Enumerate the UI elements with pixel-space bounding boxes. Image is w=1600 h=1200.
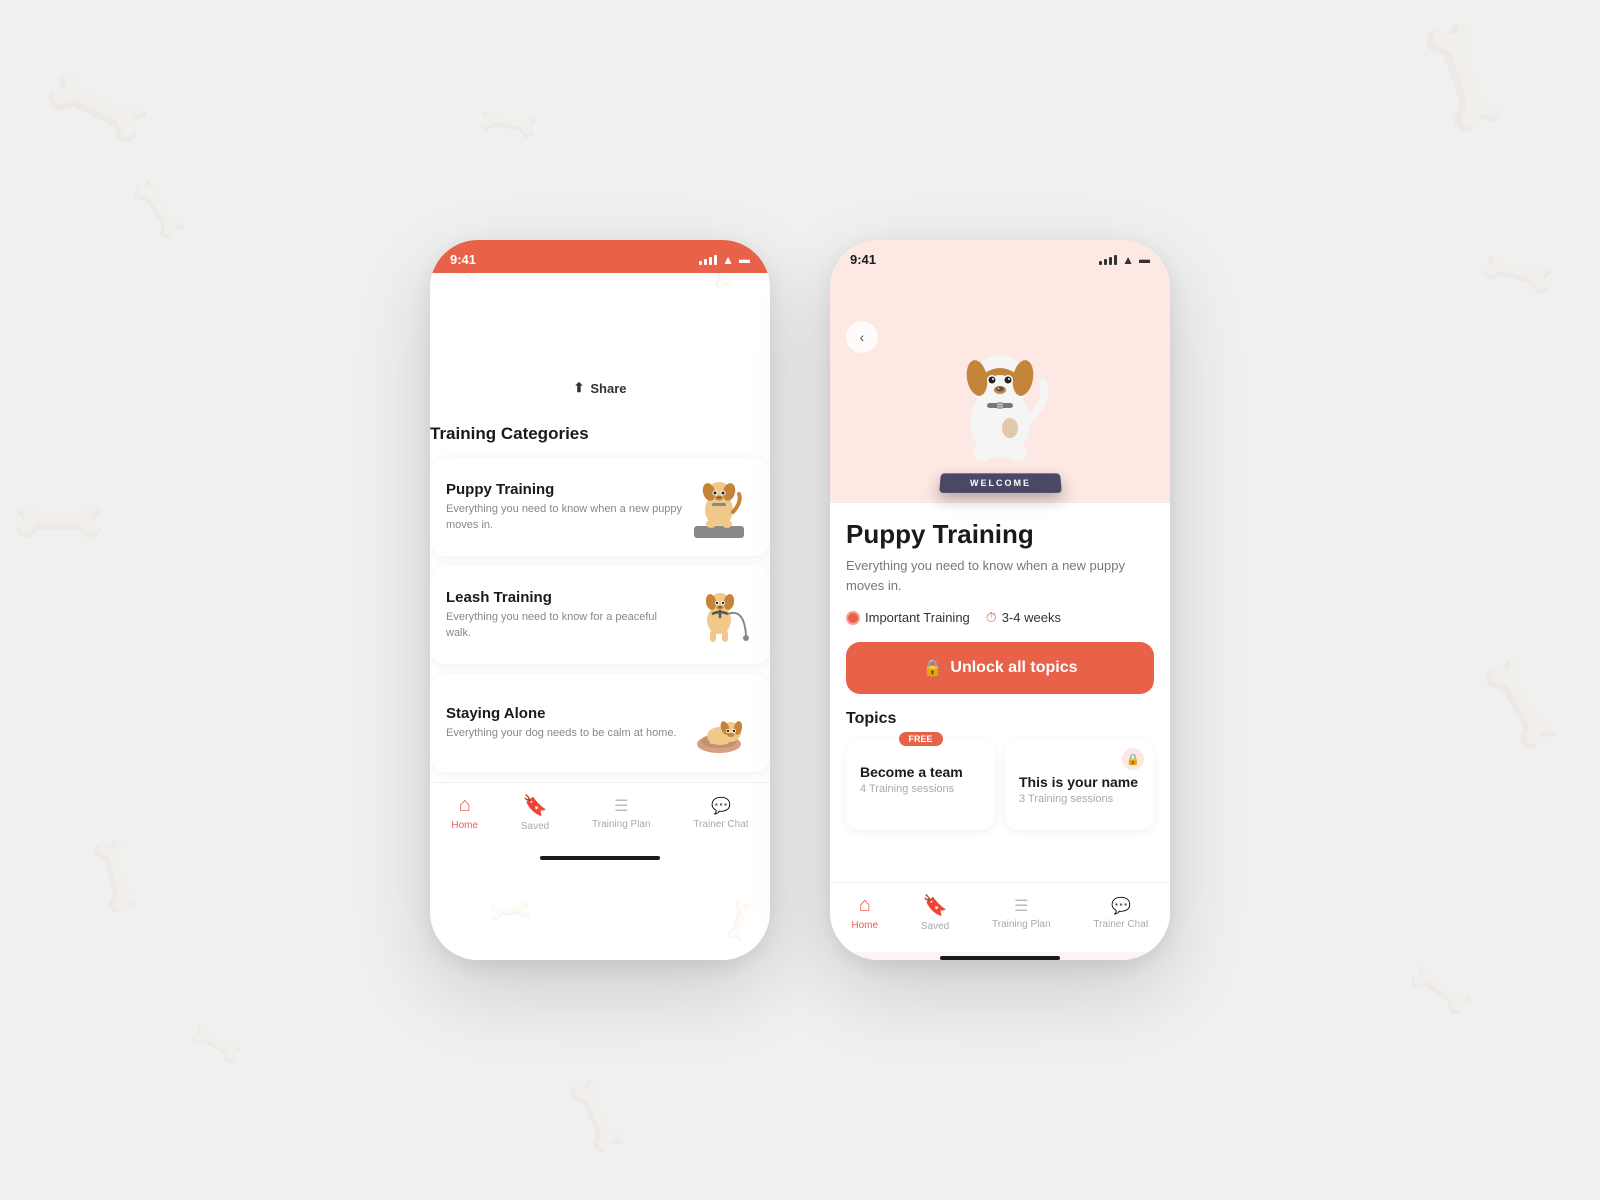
home-indicator-phone1 (540, 856, 660, 860)
battery-icon-2: ▬ (1139, 254, 1150, 266)
phone1: 9:41 ▲ ▬ 🦴 🦴 🦴 🦴 DAI (430, 240, 770, 960)
lock-icon: 🔒 (922, 658, 942, 678)
category-card-alone[interactable]: Staying Alone Everything your dog needs … (430, 674, 770, 772)
share-button[interactable]: ⬆ Share (553, 372, 646, 404)
welcome-dog-container: WELCOME (935, 318, 1065, 493)
status-icons-phone1: ▲ ▬ (699, 253, 750, 267)
phone1-content: Training Categories Puppy Training Every… (430, 424, 770, 782)
training-desc: Everything you need to know when a new p… (846, 556, 1154, 595)
training-title: Puppy Training (846, 519, 1154, 550)
category-desc-alone: Everything your dog needs to be calm at … (446, 726, 684, 741)
training-nav-label: Training Plan (592, 819, 651, 830)
battery-icon: ▬ (739, 254, 750, 266)
topic-badge-free: FREE (898, 732, 942, 746)
category-info-alone: Staying Alone Everything your dog needs … (446, 705, 684, 741)
saved-nav-icon: 🔖 (523, 793, 548, 818)
important-dot (846, 611, 860, 625)
time-phone1: 9:41 (450, 252, 476, 267)
back-button[interactable]: ‹ (846, 321, 878, 353)
topic-card-1[interactable]: FREE Become a team 4 Training sessions (846, 740, 995, 830)
unlock-button[interactable]: 🔒 Unlock all topics (846, 642, 1154, 694)
topic-name-2: This is your name (1019, 774, 1140, 790)
topic-sessions-1: 4 Training sessions (860, 783, 981, 795)
badge-important-label: Important Training (865, 610, 970, 625)
category-card-puppy[interactable]: Puppy Training Everything you need to kn… (430, 458, 770, 556)
dog-image-alone: HOME (684, 688, 754, 758)
home-indicator-phone2 (940, 956, 1060, 960)
status-bar-phone2: 9:41 ▲ ▬ (830, 240, 1170, 273)
categories-title: Training Categories (430, 424, 770, 444)
daily-tips-badge: DAILY TIPS (556, 274, 644, 292)
signal-bars (699, 255, 717, 265)
dog-image-leash (684, 580, 754, 650)
welcome-mat: WELCOME (939, 473, 1062, 493)
time-phone2: 9:41 (850, 252, 876, 267)
phone2-content: Puppy Training Everything you need to kn… (830, 503, 1170, 882)
wifi-icon-2: ▲ (1122, 253, 1134, 267)
nav-training-phone1[interactable]: ☰ Training Plan (592, 796, 651, 830)
dot-2 (597, 418, 603, 424)
dog-image-puppy (684, 472, 754, 542)
saved-nav-label-2: Saved (921, 921, 949, 932)
badges-row: Important Training ⏱ 3-4 weeks (846, 609, 1154, 626)
category-info-puppy: Puppy Training Everything you need to kn… (446, 481, 684, 533)
alone-svg: HOME (684, 688, 754, 758)
home-nav-label: Home (451, 820, 478, 831)
category-name-puppy: Puppy Training (446, 481, 684, 498)
chat-nav-icon-2: 💬 (1111, 896, 1131, 916)
clock-icon: ⏱ (986, 609, 997, 626)
topic-lock-icon: 🔒 (1122, 748, 1144, 770)
training-nav-icon: ☰ (614, 796, 628, 816)
home-nav-icon: ⌂ (459, 794, 471, 817)
nav-home-phone1[interactable]: ⌂ Home (451, 794, 478, 831)
category-name-alone: Staying Alone (446, 705, 684, 722)
nav-training-phone2[interactable]: ☰ Training Plan (992, 896, 1051, 930)
bottom-nav-phone1: ⌂ Home 🔖 Saved ☰ Training Plan 💬 Trainer… (430, 782, 770, 852)
badge-important: Important Training (846, 610, 970, 625)
share-icon: ⬆ (573, 380, 584, 396)
training-nav-label-2: Training Plan (992, 919, 1051, 930)
chat-nav-label: Trainer Chat (693, 819, 748, 830)
category-card-leash[interactable]: Leash Training Everything you need to kn… (430, 566, 770, 664)
chat-nav-icon: 💬 (711, 796, 731, 816)
saved-nav-label: Saved (521, 821, 549, 832)
chat-nav-label-2: Trainer Chat (1093, 919, 1148, 930)
nav-chat-phone1[interactable]: 💬 Trainer Chat (693, 796, 748, 830)
topic-card-2[interactable]: 🔒 This is your name 3 Training sessions (1005, 740, 1154, 830)
saved-nav-icon-2: 🔖 (923, 893, 948, 918)
topic-name-1: Become a team (860, 764, 981, 780)
topic-sessions-2: 3 Training sessions (1019, 793, 1140, 805)
status-icons-phone2: ▲ ▬ (1099, 253, 1150, 267)
hero-section2: ‹ (830, 273, 1170, 503)
puppy-svg (684, 472, 754, 542)
phone2: 9:41 ▲ ▬ ‹ (830, 240, 1170, 960)
badge-duration-label: 3-4 weeks (1002, 610, 1061, 625)
dot-1 (586, 418, 592, 424)
dots-indicator (430, 418, 770, 424)
bottom-nav-phone2: ⌂ Home 🔖 Saved ☰ Training Plan 💬 Trainer… (830, 882, 1170, 952)
welcome-dog-svg (935, 318, 1065, 488)
category-name-leash: Leash Training (446, 589, 684, 606)
home-nav-icon-2: ⌂ (859, 894, 871, 917)
dot-3 (608, 418, 614, 424)
phones-container: 9:41 ▲ ▬ 🦴 🦴 🦴 🦴 DAI (430, 240, 1170, 960)
nav-saved-phone1[interactable]: 🔖 Saved (521, 793, 549, 832)
status-bar-phone1: 9:41 ▲ ▬ (430, 240, 770, 273)
topics-title: Topics (846, 710, 1154, 728)
home-nav-label-2: Home (851, 920, 878, 931)
nav-chat-phone2[interactable]: 💬 Trainer Chat (1093, 896, 1148, 930)
category-desc-leash: Everything you need to know for a peacef… (446, 610, 684, 641)
hero-title: Reward desired behavior of your dog with… (430, 302, 770, 356)
category-info-leash: Leash Training Everything you need to kn… (446, 589, 684, 641)
wifi-icon: ▲ (722, 253, 734, 267)
hero-section: 🦴 🦴 🦴 🦴 DAILY TIPS Reward desired behavi… (430, 273, 770, 424)
badge-duration: ⏱ 3-4 weeks (986, 609, 1061, 626)
training-nav-icon-2: ☰ (1014, 896, 1028, 916)
leash-svg (684, 580, 754, 650)
signal-bars-2 (1099, 255, 1117, 265)
nav-saved-phone2[interactable]: 🔖 Saved (921, 893, 949, 932)
topics-grid: FREE Become a team 4 Training sessions 🔒… (846, 740, 1154, 830)
nav-home-phone2[interactable]: ⌂ Home (851, 894, 878, 931)
category-desc-puppy: Everything you need to know when a new p… (446, 502, 684, 533)
